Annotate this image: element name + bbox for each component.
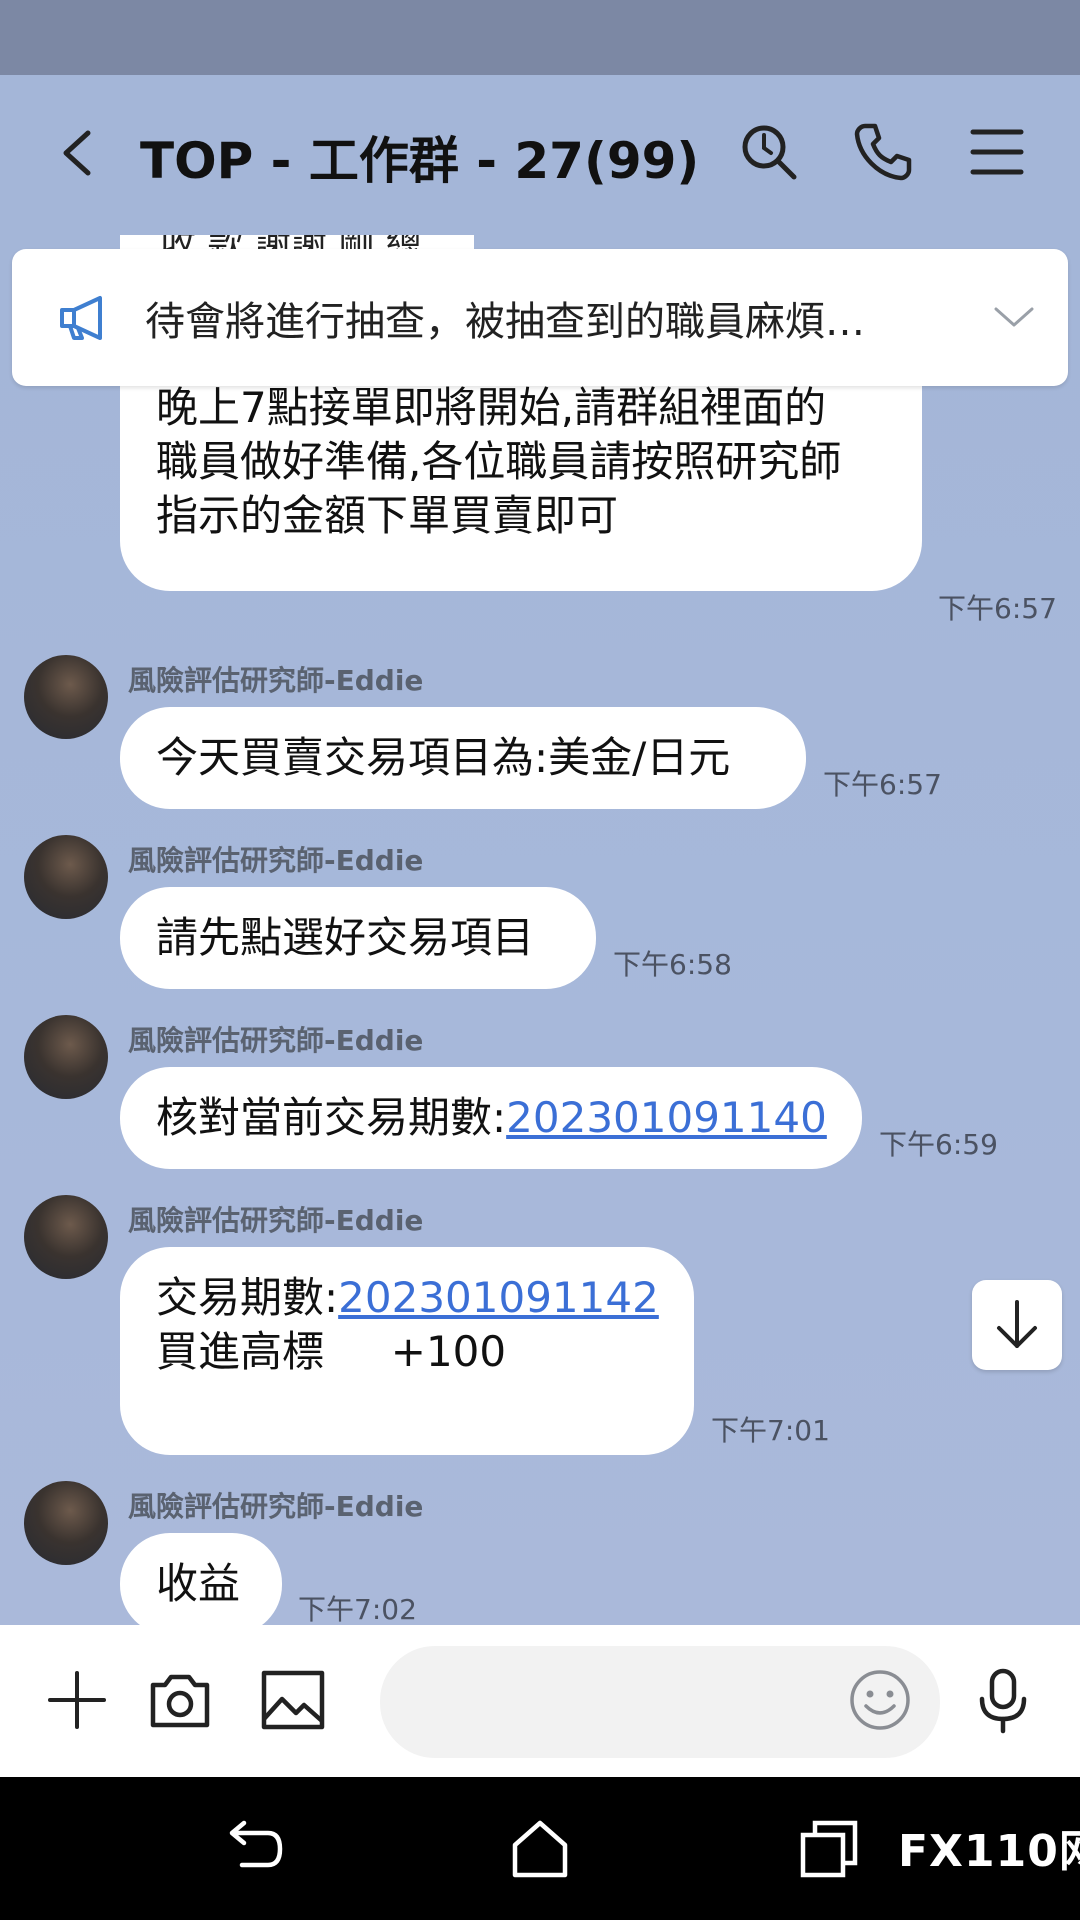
message-bubble[interactable]: 收益 xyxy=(120,1533,282,1625)
message-line: 買進高標 +100 xyxy=(156,1327,507,1376)
message-bubble[interactable]: 請先點選好交易項目 xyxy=(120,887,596,989)
announcement-banner[interactable]: 待會將進行抽查，被抽查到的職員麻煩… xyxy=(12,249,1068,386)
gallery-button[interactable] xyxy=(258,1665,328,1735)
period-number-link[interactable]: 202301091142 xyxy=(338,1273,659,1322)
search-button[interactable] xyxy=(737,120,801,184)
message-timestamp: 下午7:02 xyxy=(298,1593,417,1625)
image-icon xyxy=(261,1670,325,1730)
chevron-left-icon xyxy=(63,130,91,176)
hamburger-menu-icon xyxy=(970,129,1024,175)
message-bubble[interactable]: 交易期數:202301091142 買進高標 +100 xyxy=(120,1247,694,1455)
period-number-link[interactable]: 202301091140 xyxy=(506,1093,827,1142)
sender-name: 風險評估研究師-Eddie xyxy=(128,664,424,697)
nav-recents-button[interactable] xyxy=(793,1813,863,1883)
avatar[interactable] xyxy=(24,1481,108,1565)
message-input-bar xyxy=(0,1625,1080,1777)
watermark-logo: FX110网 xyxy=(898,1826,1080,1877)
camera-icon xyxy=(150,1674,210,1728)
message-bubble[interactable]: 今天買賣交易項目為:美金/日元 xyxy=(120,707,806,809)
sender-name: 風險評估研究師-Eddie xyxy=(128,1204,424,1237)
message-bubble[interactable]: 核對當前交易期數:202301091140 xyxy=(120,1067,862,1169)
chat-title: TOP - 工作群 - 27(99) xyxy=(140,132,700,190)
message-line: 職員做好準備,各位職員請按照研究師 xyxy=(156,437,842,486)
message-line: 指示的金額下單買賣即可 xyxy=(156,491,619,540)
message-line: 晚上7點接單即將開始,請群組裡面的 xyxy=(156,383,827,432)
message-text: 今天買賣交易項目為:美金/日元 xyxy=(156,733,731,782)
chat-messages[interactable]: 收 款 謝謝 剛 總 待會將進行抽查，被抽查到的職員麻煩… 晚上7點接單即將開始… xyxy=(0,235,1080,1625)
add-button[interactable] xyxy=(42,1665,112,1735)
status-bar xyxy=(0,0,1080,75)
message-text: 請先點選好交易項目 xyxy=(156,913,535,962)
nav-home-button[interactable] xyxy=(505,1813,575,1883)
phone-icon xyxy=(854,123,912,181)
message-text: 核對當前交易期數: xyxy=(156,1093,507,1142)
emoji-icon xyxy=(850,1670,910,1730)
nav-back-button[interactable] xyxy=(218,1813,288,1883)
sender-name: 風險評估研究師-Eddie xyxy=(128,1024,424,1057)
sender-name: 風險評估研究師-Eddie xyxy=(128,844,424,877)
voice-input-button[interactable] xyxy=(968,1665,1038,1735)
chat-header: TOP - 工作群 - 27(99) xyxy=(0,75,1080,235)
message-timestamp: 下午6:57 xyxy=(938,592,1057,625)
arrow-down-icon xyxy=(997,1300,1037,1348)
avatar[interactable] xyxy=(24,655,108,739)
home-icon xyxy=(512,1820,568,1878)
back-button[interactable] xyxy=(50,123,110,183)
message-timestamp: 下午6:57 xyxy=(823,768,942,801)
message-text: 交易期數: xyxy=(156,1273,339,1322)
avatar[interactable] xyxy=(24,1015,108,1099)
message-timestamp: 下午6:59 xyxy=(879,1128,998,1161)
chevron-down-icon[interactable] xyxy=(990,301,1038,331)
emoji-button[interactable] xyxy=(845,1665,915,1735)
plus-icon xyxy=(48,1671,106,1729)
recents-icon xyxy=(800,1820,858,1878)
message-timestamp: 下午6:58 xyxy=(613,948,732,981)
back-icon xyxy=(229,1820,283,1868)
system-navigation-bar: FX110网 xyxy=(0,1777,1080,1920)
menu-button[interactable] xyxy=(965,120,1029,184)
megaphone-icon xyxy=(60,296,102,340)
search-icon xyxy=(742,125,797,180)
call-button[interactable] xyxy=(851,120,915,184)
scroll-to-bottom-button[interactable] xyxy=(972,1280,1062,1370)
message-timestamp: 下午7:01 xyxy=(711,1414,830,1447)
camera-button[interactable] xyxy=(145,1665,215,1735)
avatar[interactable] xyxy=(24,1195,108,1279)
announcement-text: 待會將進行抽查，被抽查到的職員麻煩… xyxy=(145,299,865,345)
microphone-icon xyxy=(979,1668,1027,1734)
sender-name: 風險評估研究師-Eddie xyxy=(128,1490,424,1523)
message-text: 收益 xyxy=(156,1559,241,1608)
avatar[interactable] xyxy=(24,835,108,919)
